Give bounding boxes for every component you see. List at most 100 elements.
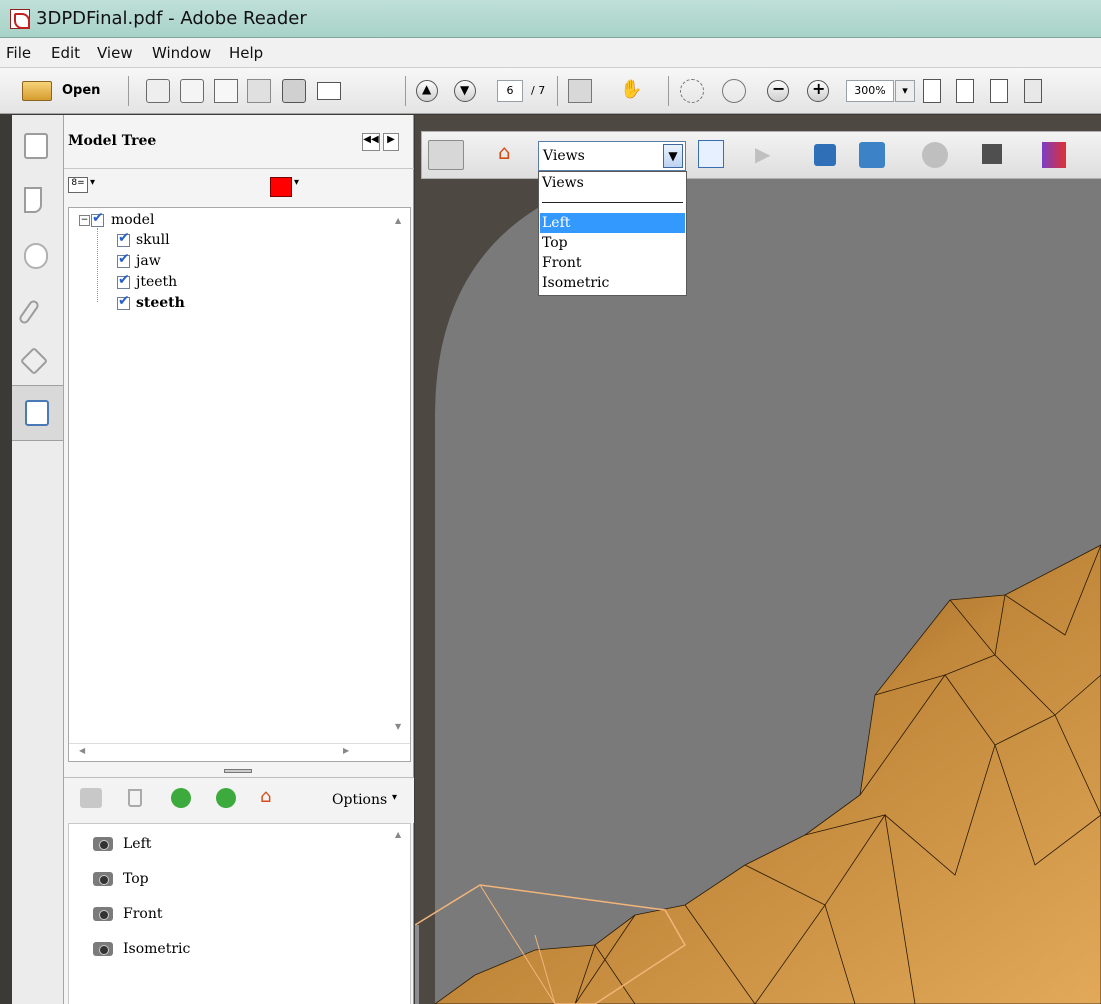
attachments-icon[interactable] [17,298,41,326]
navigation-pane [12,115,64,1004]
render-mode-icon[interactable] [859,142,885,168]
jteeth-checkbox[interactable] [117,272,130,289]
open-button[interactable]: Open [62,83,100,98]
folder-open-icon[interactable] [22,81,52,101]
views-select[interactable]: Views ▼ [538,141,686,171]
tree-options-chevron-icon[interactable]: ▾ [90,177,95,188]
menu-window[interactable]: Window [152,44,211,62]
color-swatch[interactable] [270,177,292,197]
dropdown-header[interactable]: Views [540,173,685,193]
splitter-handle[interactable] [224,769,252,773]
previous-view-icon[interactable] [171,788,191,808]
scroll-up-icon[interactable]: ▲ [395,216,401,225]
model-tree-tab[interactable] [12,385,63,441]
page-number-input[interactable]: 6 [497,80,523,102]
create-pdf-icon[interactable] [146,79,170,103]
dropdown-separator [542,202,683,203]
pages-icon[interactable] [24,133,48,159]
rotate-tool-icon[interactable] [428,140,464,170]
zoom-in-icon[interactable]: + [807,79,829,102]
steeth-checkbox[interactable] [117,293,130,310]
delete-view-icon[interactable] [128,789,142,807]
projection-icon[interactable] [814,144,836,166]
color-dropdown-icon[interactable]: ▾ [294,177,299,188]
zoom-input[interactable]: 300% [846,80,894,102]
model-checkbox[interactable] [91,210,104,227]
panel-header: Model Tree ◀◀ ▶ [64,115,414,169]
select-tool-icon[interactable] [568,79,592,103]
save-icon[interactable] [247,79,271,103]
camera-icon [93,872,113,886]
menu-view[interactable]: View [97,44,133,62]
skull-checkbox[interactable] [117,230,130,247]
options-chevron-icon[interactable]: ▾ [392,792,397,803]
zoom-out-icon[interactable]: − [767,79,789,102]
tree-node-model[interactable]: model [111,212,154,228]
dropdown-item-front[interactable]: Front [540,253,685,273]
views-dropdown-list: Views Left Top Front Isometric [538,171,687,296]
layers-icon[interactable] [19,346,49,376]
marquee-zoom-icon[interactable] [680,79,704,103]
3d-scene[interactable] [415,115,1101,1004]
view-item-left[interactable]: Left [93,836,151,852]
camera-icon[interactable] [80,788,102,808]
next-page-icon[interactable]: ▼ [454,80,476,102]
views-list: Left Top Front Isometric ▲ [68,823,411,1004]
hand-tool-icon[interactable]: ✋ [620,79,644,103]
previous-page-icon[interactable]: ▲ [416,80,438,102]
jaw-checkbox[interactable] [117,251,130,268]
next-view-icon[interactable] [216,788,236,808]
view-item-front[interactable]: Front [93,906,162,922]
panel-title: Model Tree [68,133,157,149]
3d-toolbar: ⌂ ▶ [421,131,1101,179]
pdf-icon [10,9,30,29]
tree-node-jaw[interactable]: jaw [136,253,161,269]
view-item-isometric[interactable]: Isometric [93,941,190,957]
tree-node-jteeth[interactable]: jteeth [136,274,177,290]
views-dropdown-icon[interactable]: ▼ [663,144,683,168]
signatures-icon[interactable] [24,243,48,269]
tree-node-skull[interactable]: skull [136,232,170,248]
dynamic-zoom-icon[interactable] [722,79,746,103]
collapse-panel-icon[interactable]: ◀◀ [362,133,380,151]
menu-help[interactable]: Help [229,44,263,62]
view-item-top[interactable]: Top [93,871,149,887]
zoom-dropdown-icon[interactable]: ▾ [895,80,915,102]
toggle-model-tree-icon[interactable] [698,140,724,168]
title-bar: 3DPDFinal.pdf - Adobe Reader [0,0,1101,38]
combine-icon[interactable] [180,79,204,103]
sign-icon[interactable] [214,79,238,103]
fit-width-icon[interactable] [956,79,974,103]
bookmarks-icon[interactable] [24,187,42,213]
dropdown-item-left[interactable]: Left [540,213,685,233]
background-color-icon[interactable] [982,144,1002,164]
options-menu[interactable]: Options [332,792,387,808]
page-total: / 7 [531,84,546,97]
fit-page-icon[interactable] [990,79,1008,103]
cross-section-icon[interactable] [1042,142,1066,168]
actual-size-icon[interactable] [923,79,941,103]
menu-file[interactable]: File [6,44,31,62]
main-toolbar: Open ▲ ▼ 6 / 7 ✋ − + 300% ▾ [0,68,1101,114]
default-view-icon[interactable]: ⌂ [498,140,511,164]
play-animation-icon[interactable]: ▶ [755,142,770,166]
horizontal-scrollbar[interactable]: ◀ ▶ [69,743,410,761]
model-tree-panel: Model Tree ◀◀ ▶ 8= ▾ ▾ − model skull jaw… [64,115,414,1004]
camera-icon [93,942,113,956]
expand-panel-icon[interactable]: ▶ [383,133,399,151]
print-icon[interactable] [282,79,306,103]
views-scroll-up-icon[interactable]: ▲ [395,830,401,839]
tree-node-steeth[interactable]: steeth [136,295,185,311]
collapse-node-icon[interactable]: − [79,215,90,226]
menu-edit[interactable]: Edit [51,44,80,62]
full-screen-icon[interactable] [1024,79,1042,103]
home-view-icon[interactable]: ⌂ [260,786,271,807]
email-icon[interactable] [317,82,341,100]
dropdown-item-isometric[interactable]: Isometric [540,273,685,293]
dropdown-item-top[interactable]: Top [540,233,685,253]
model-tree-icon [25,400,49,426]
scroll-down-icon[interactable]: ▼ [395,722,401,731]
3d-viewer[interactable]: ⌂ ▶ Views ▼ Views Left Top Front Isometr… [415,115,1101,1004]
lighting-icon[interactable] [922,142,948,168]
tree-options-icon[interactable]: 8= [68,177,88,193]
